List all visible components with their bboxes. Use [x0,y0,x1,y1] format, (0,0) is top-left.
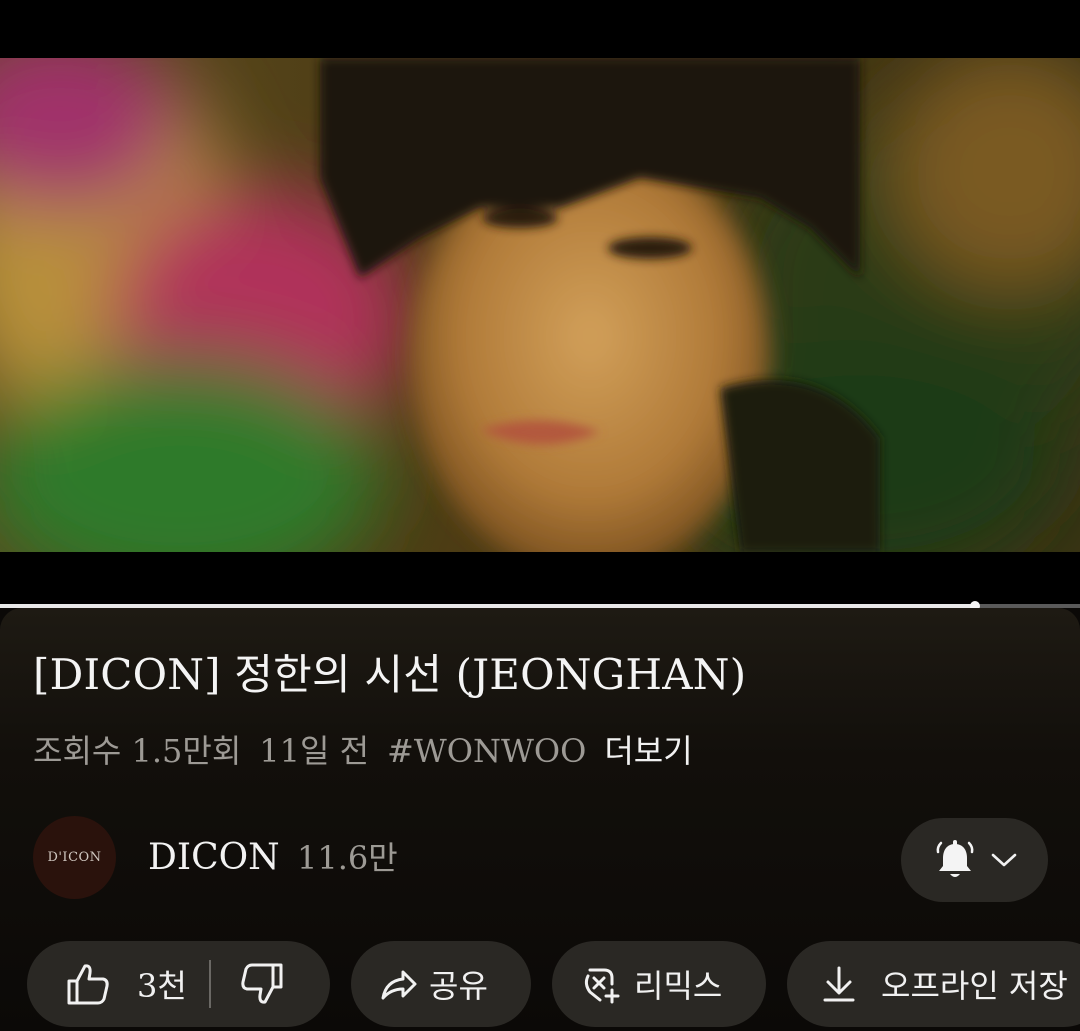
offline-label: 오프라인 저장 [881,967,1068,1005]
hashtag-link[interactable]: #WONWOO [387,732,586,770]
remix-button[interactable]: 리믹스 [552,941,766,1027]
status-bar-area [0,0,1080,58]
bell-icon [936,840,973,877]
channel-avatar[interactable]: D'ICON [33,816,116,899]
subscriber-count: 11.6만 [297,839,398,877]
subscription-bell-button[interactable] [901,818,1048,902]
remix-icon [584,968,620,1004]
download-icon [823,966,855,1002]
upload-age: 11일 전 [259,732,370,770]
video-letterbox [0,552,1080,604]
like-count[interactable]: 3천 [137,961,187,1007]
share-label: 공유 [429,967,488,1005]
channel-name[interactable]: DICON [148,834,280,882]
thumbs-down-icon[interactable] [239,961,285,1007]
avatar-logo-text: D'ICON [47,850,102,865]
video-meta[interactable]: 조회수 1.5만회 11일 전 #WONWOO 더보기 [33,727,711,775]
remix-label: 리믹스 [634,967,723,1005]
video-frame [0,58,1080,552]
share-button[interactable]: 공유 [351,941,531,1027]
video-title[interactable]: [DICON] 정한의 시선 (JEONGHAN) [33,640,746,710]
like-dislike-group: 3천 [27,941,330,1027]
like-divider [208,960,211,1008]
thumbs-up-icon[interactable] [65,961,111,1007]
offline-save-button[interactable]: 오프라인 저장 [787,941,1080,1027]
chevron-down-icon [991,853,1016,867]
more-link[interactable]: 더보기 [604,732,692,770]
view-count: 조회수 1.5만회 [33,732,242,770]
share-arrow-icon [381,970,417,1000]
video-player[interactable] [0,58,1080,552]
